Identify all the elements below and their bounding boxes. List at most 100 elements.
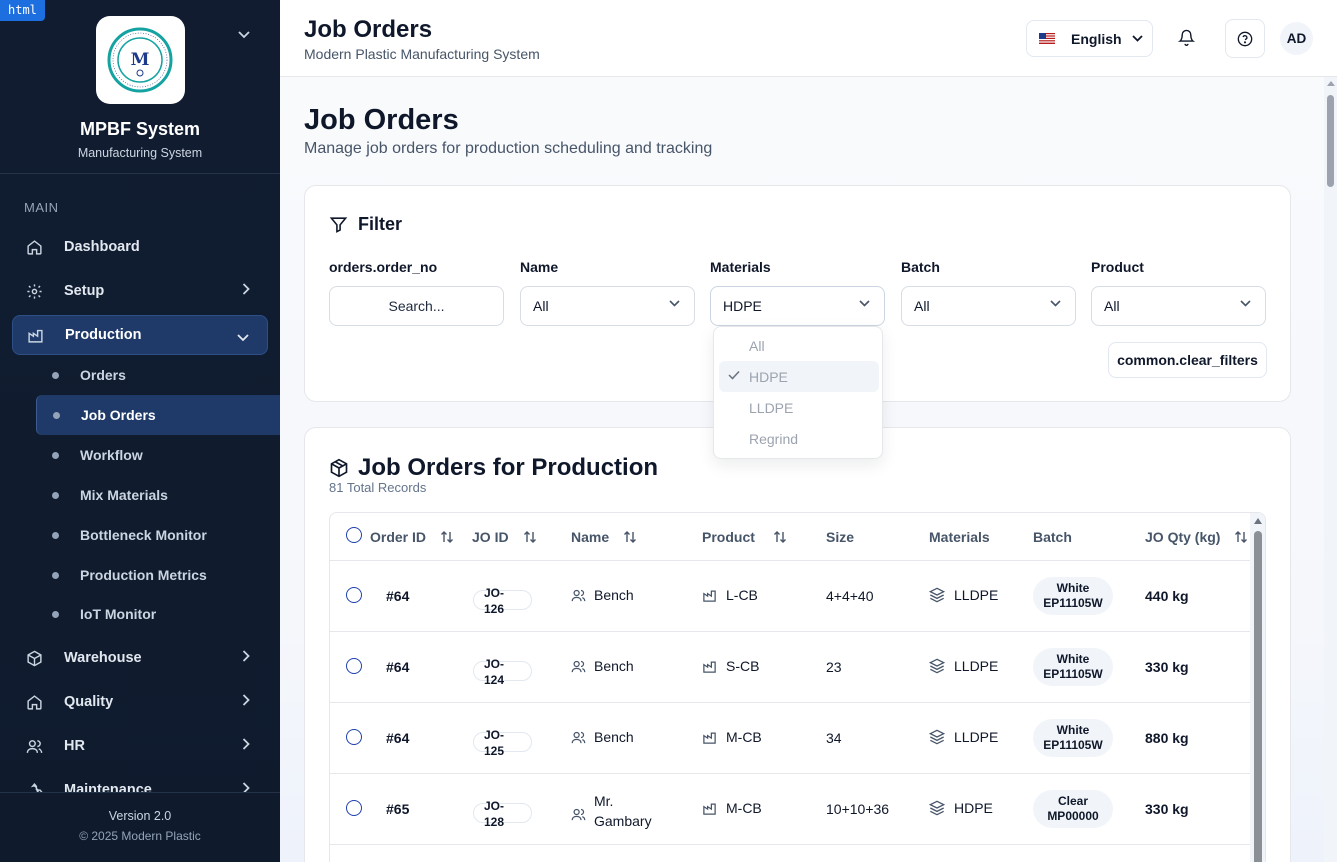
page-scrollbar[interactable]	[1324, 77, 1337, 862]
materials-option-lldpe[interactable]: LLDPE	[719, 392, 879, 423]
avatar[interactable]: AD	[1280, 22, 1313, 55]
chevron-down-icon	[669, 300, 680, 307]
name-cell: Bench	[571, 729, 634, 745]
sub-item-label: Production Metrics	[80, 567, 207, 583]
materials-option-hdpe[interactable]: HDPE	[719, 361, 879, 392]
bullet-icon	[52, 451, 59, 459]
row-radio[interactable]	[346, 800, 362, 816]
product-text: M-CB	[726, 729, 762, 745]
job-orders-table: Order ID JO ID Name Product Size Materia…	[329, 512, 1266, 862]
col-label: JO ID	[472, 529, 509, 545]
home-icon	[26, 694, 46, 711]
sub-item-production-metrics[interactable]: Production Metrics	[36, 555, 280, 595]
product-cell: M-CB	[702, 729, 762, 745]
col-name[interactable]: Name	[571, 529, 637, 545]
users-icon	[571, 660, 586, 672]
sort-icon	[624, 531, 637, 543]
table-row[interactable]: #64 JO- 125 Bench M-CB 34 LLDPE White EP11…	[330, 703, 1250, 774]
batch-color: White	[1056, 581, 1090, 595]
nav-item-hr[interactable]: HR	[12, 726, 268, 766]
nav-item-quality[interactable]: Quality	[12, 682, 268, 722]
row-radio[interactable]	[346, 729, 362, 745]
product-select-value: All	[1104, 298, 1120, 314]
batch-code: MP00000	[1047, 809, 1099, 823]
clear-filters-button[interactable]: common.clear_filters	[1108, 342, 1267, 378]
bullet-icon	[52, 371, 59, 379]
sub-item-bottleneck-monitor[interactable]: Bottleneck Monitor	[36, 515, 280, 555]
nav-label: Dashboard	[64, 239, 140, 255]
sub-item-workflow[interactable]: Workflow	[36, 435, 280, 475]
sub-item-orders[interactable]: Orders	[36, 355, 280, 395]
col-product[interactable]: Product	[702, 529, 787, 545]
table-scrollbar[interactable]	[1250, 513, 1265, 862]
name-text: Mr. Gambary	[594, 791, 652, 831]
select-all-radio[interactable]	[346, 527, 362, 543]
name-select[interactable]: All	[520, 286, 695, 326]
filter-icon	[329, 217, 348, 233]
chevron-down-icon[interactable]	[238, 26, 250, 44]
help-icon	[1237, 31, 1253, 46]
factory-icon	[703, 590, 716, 602]
table-row[interactable]: #64 JO- 126 Bench L-CB 4+4+40 LLDPE White…	[330, 561, 1250, 632]
bell-icon[interactable]	[1177, 28, 1196, 52]
logo: M	[95, 16, 185, 104]
scroll-thumb[interactable]	[1254, 531, 1262, 862]
batch-code: EP11105W	[1043, 738, 1103, 752]
table-header: Order ID JO ID Name Product Size Materia…	[330, 513, 1250, 561]
materials-option-regrind[interactable]: Regrind	[719, 423, 879, 454]
table-row[interactable]: #65 JO- 128 Mr. Gambary M-CB 10+10+36 HDPE…	[330, 774, 1250, 845]
nav-item-production[interactable]: Production	[12, 315, 268, 355]
us-flag-icon	[1039, 33, 1055, 44]
col-label: Product	[702, 529, 755, 545]
col-order-id[interactable]: Order ID	[370, 529, 454, 545]
nav-label: Quality	[64, 694, 114, 710]
size-cell: 4+4+40	[826, 588, 874, 604]
sub-item-label: Workflow	[80, 447, 143, 463]
row-radio[interactable]	[346, 587, 362, 603]
materials-select[interactable]: HDPE	[710, 286, 885, 326]
qty-cell: 880 kg	[1145, 730, 1189, 746]
sub-item-iot-monitor[interactable]: IoT Monitor	[36, 594, 280, 634]
sort-icon	[523, 531, 536, 543]
chevron-right-icon	[242, 283, 250, 299]
bullet-icon	[52, 491, 59, 499]
nav-item-dashboard[interactable]: Dashboard	[12, 227, 268, 267]
jo-prefix: JO-	[484, 728, 505, 742]
sub-item-label: Mix Materials	[80, 487, 168, 503]
product-select[interactable]: All	[1091, 286, 1266, 326]
row-radio[interactable]	[346, 658, 362, 674]
sub-item-label: Bottleneck Monitor	[80, 527, 207, 543]
materials-option-all[interactable]: All	[719, 330, 879, 361]
bullet-icon	[53, 411, 60, 419]
language-select[interactable]: English	[1026, 20, 1153, 57]
layers-icon	[929, 658, 945, 674]
filter-title: Filter	[329, 214, 402, 235]
jo-id-text: JO- 124	[484, 656, 504, 688]
layers-icon	[929, 729, 945, 745]
col-label: Size	[826, 529, 855, 545]
nav-item-warehouse[interactable]: Warehouse	[12, 638, 268, 678]
layers-icon	[929, 587, 945, 603]
sub-item-mix-materials[interactable]: Mix Materials	[36, 475, 280, 515]
scroll-thumb[interactable]	[1327, 95, 1334, 187]
help-button[interactable]	[1225, 19, 1265, 58]
scroll-up-icon[interactable]	[1327, 81, 1335, 86]
col-jo-qty[interactable]: JO Qty (kg)	[1145, 529, 1248, 545]
nav-item-setup[interactable]: Setup	[12, 271, 268, 311]
sort-icon	[441, 531, 454, 543]
nav-label: Warehouse	[64, 650, 142, 666]
product-text: S-CB	[726, 658, 760, 674]
box-icon	[26, 650, 46, 667]
batch-badge: White EP11105W	[1033, 719, 1113, 757]
qty-cell: 440 kg	[1145, 588, 1189, 604]
brand-title: MPBF System	[79, 119, 201, 139]
svg-text:M: M	[131, 50, 150, 70]
sub-item-job-orders[interactable]: Job Orders	[36, 395, 280, 435]
batch-select[interactable]: All	[901, 286, 1076, 326]
scroll-up-icon[interactable]	[1254, 518, 1262, 524]
brand-subtitle: Manufacturing System	[77, 146, 203, 160]
table-row[interactable]: #64 JO- 124 Bench S-CB 23 LLDPE White EP11…	[330, 632, 1250, 703]
col-jo-id[interactable]: JO ID	[472, 529, 537, 545]
nav-section-main: MAIN	[24, 200, 59, 215]
order-search-input[interactable]: Search...	[329, 286, 504, 326]
